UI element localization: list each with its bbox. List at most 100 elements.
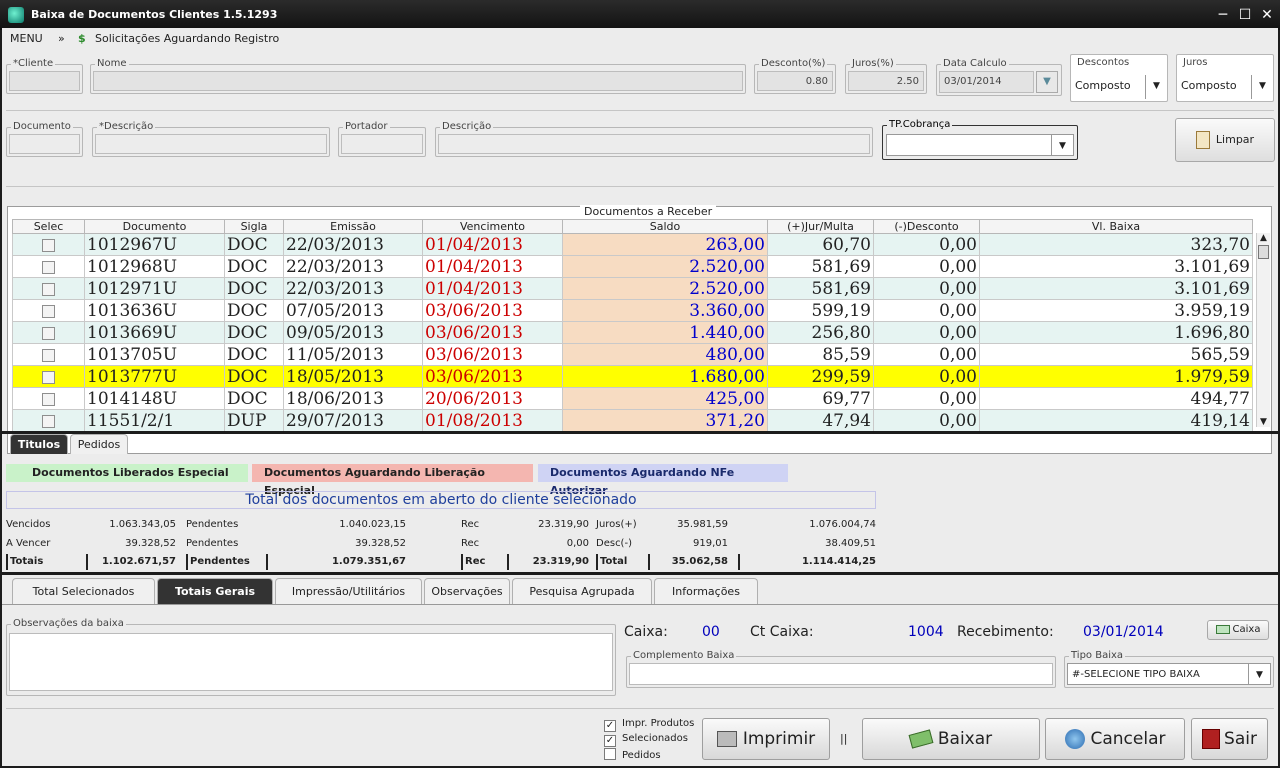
imprimir-button[interactable]: Imprimir <box>702 718 830 760</box>
row-checkbox[interactable] <box>42 304 55 318</box>
table-row[interactable]: 1012971U DOC 22/03/2013 01/04/2013 2.520,00 5… <box>12 277 1253 300</box>
data-calculo-input[interactable]: 03/01/2014 <box>939 71 1034 93</box>
cliente-input[interactable] <box>9 71 80 91</box>
tp-cobranca-select[interactable]: ▼ <box>886 134 1074 156</box>
nome-input[interactable] <box>93 71 743 91</box>
scroll-thumb[interactable] <box>1258 245 1269 259</box>
collapse-icon[interactable]: » <box>58 32 65 45</box>
footer-divider: || <box>840 732 848 745</box>
cancelar-button[interactable]: Cancelar <box>1045 718 1185 760</box>
legend-liberados: Documentos Liberados Especial <box>6 464 248 482</box>
minimize-button[interactable]: ─ <box>1214 6 1232 24</box>
select-cell[interactable] <box>12 277 85 300</box>
documento-cell: 11551/2/1 <box>84 409 225 432</box>
column-header[interactable]: Sigla <box>224 219 284 234</box>
descricao-group: Descrição <box>435 121 873 157</box>
totals-v1-cell: 1.102.671,57 <box>86 554 176 570</box>
juros-tipo-select[interactable]: Composto ▼ <box>1177 75 1273 99</box>
calendar-dropdown-icon[interactable]: ▼ <box>1036 71 1058 93</box>
column-header[interactable]: Saldo <box>562 219 768 234</box>
limpar-button[interactable]: Limpar <box>1175 118 1275 162</box>
maximize-button[interactable]: ☐ <box>1236 6 1254 24</box>
table-row[interactable]: 1013705U DOC 11/05/2013 03/06/2013 480,00 85,… <box>12 343 1253 366</box>
select-cell[interactable] <box>12 409 85 432</box>
select-cell[interactable] <box>12 365 85 388</box>
sair-button[interactable]: Sair <box>1191 718 1268 760</box>
selecionados-label: Selecionados <box>622 733 688 744</box>
column-header[interactable]: (+)Jur/Multa <box>767 219 874 234</box>
totals-rec-cell: 23.319,90 <box>507 554 589 570</box>
column-header[interactable]: Selec <box>12 219 85 234</box>
portador-input[interactable] <box>341 134 423 154</box>
column-header[interactable]: Emissão <box>283 219 423 234</box>
selecionados-checkbox[interactable]: ✓ Selecionados <box>604 733 688 747</box>
row-checkbox[interactable] <box>42 326 55 340</box>
table-row[interactable]: 1012968U DOC 22/03/2013 01/04/2013 2.520,00 5… <box>12 255 1253 278</box>
caixa-button[interactable]: Caixa <box>1207 620 1269 640</box>
tab-titulos[interactable]: Titulos <box>10 434 68 454</box>
clipboard-icon <box>1195 131 1210 149</box>
tab-pesquisa-agrupada[interactable]: Pesquisa Agrupada <box>512 578 652 604</box>
table-row[interactable]: 1012967U DOC 22/03/2013 01/04/2013 263,00 60,… <box>12 233 1253 256</box>
documento-cell: 1013705U <box>84 343 225 366</box>
close-button[interactable]: ✕ <box>1258 6 1276 24</box>
scroll-up-icon[interactable]: ▲ <box>1257 233 1270 243</box>
table-row[interactable]: 1013669U DOC 09/05/2013 03/06/2013 1.440,00 2… <box>12 321 1253 344</box>
observacoes-textarea[interactable] <box>9 633 613 691</box>
row-checkbox[interactable] <box>42 282 55 296</box>
table-row[interactable]: 1014148U DOC 18/06/2013 20/06/2013 425,00 69,… <box>12 387 1253 410</box>
table-row[interactable]: 1013777U DOC 18/05/2013 03/06/2013 1.680,00 2… <box>12 365 1253 388</box>
column-header[interactable]: Documento <box>84 219 225 234</box>
portador-label: Portador <box>343 121 390 132</box>
row-checkbox[interactable] <box>42 348 55 362</box>
pedidos-checkbox[interactable]: Pedidos <box>604 748 661 761</box>
select-cell[interactable] <box>12 233 85 256</box>
grid-scrollbar[interactable]: ▲ ▼ <box>1256 233 1270 427</box>
column-header[interactable]: (-)Desconto <box>873 219 980 234</box>
tab-informacoes[interactable]: Informações <box>654 578 758 604</box>
row-checkbox[interactable] <box>42 392 55 406</box>
select-cell[interactable] <box>12 299 85 322</box>
tipo-baixa-select[interactable]: #-SELECIONE TIPO BAIXA ▼ <box>1067 663 1271 685</box>
complemento-input[interactable] <box>629 663 1053 685</box>
menu-button[interactable]: MENU <box>10 32 43 45</box>
valor-baixa-cell: 1.696,80 <box>979 321 1253 344</box>
tab-impressao[interactable]: Impressão/Utilitários <box>275 578 422 604</box>
nome-label: Nome <box>95 58 129 69</box>
scroll-down-icon[interactable]: ▼ <box>1257 417 1270 427</box>
table-row[interactable]: 1013636U DOC 07/05/2013 03/06/2013 3.360,00 5… <box>12 299 1253 322</box>
baixar-button[interactable]: Baixar <box>862 718 1040 760</box>
column-header[interactable]: Vencimento <box>422 219 563 234</box>
table-row[interactable]: 11551/2/1 DUP 29/07/2013 01/08/2013 371,20 47… <box>12 409 1253 432</box>
select-cell[interactable] <box>12 343 85 366</box>
row-checkbox[interactable] <box>42 260 55 274</box>
sigla-cell: DOC <box>224 387 284 410</box>
juros-input[interactable]: 2.50 <box>848 71 924 91</box>
tab-totais-gerais[interactable]: Totais Gerais <box>157 578 273 604</box>
desconto-input[interactable]: 0.80 <box>757 71 833 91</box>
descontos-select[interactable]: Composto ▼ <box>1071 75 1167 99</box>
tab-total-selecionados[interactable]: Total Selecionados <box>12 578 155 604</box>
solicitacoes-link[interactable]: Solicitações Aguardando Registro <box>95 32 279 45</box>
totals-p-label-cell: Pendentes <box>186 519 239 530</box>
documento-input[interactable] <box>9 134 80 154</box>
impr-produtos-checkbox[interactable]: ✓ Impr. Produtos <box>604 718 694 732</box>
row-checkbox[interactable] <box>42 414 55 428</box>
divider <box>2 431 1278 434</box>
select-cell[interactable] <box>12 321 85 344</box>
table-header-row: Selec Documento Sigla Emissão Vencimento Sald… <box>12 219 1253 234</box>
column-header[interactable]: Vl. Baixa <box>979 219 1253 234</box>
select-cell[interactable] <box>12 387 85 410</box>
descricao-req-input[interactable] <box>95 134 327 154</box>
row-checkbox[interactable] <box>42 238 55 252</box>
tab-pedidos[interactable]: Pedidos <box>70 434 128 454</box>
select-cell[interactable] <box>12 255 85 278</box>
tp-cobranca-label: TP.Cobrança <box>887 119 953 130</box>
descricao-input[interactable] <box>438 134 870 154</box>
sigla-cell: DOC <box>224 321 284 344</box>
row-checkbox[interactable] <box>42 370 55 384</box>
printer-icon <box>716 731 737 747</box>
tab-observacoes[interactable]: Observações <box>424 578 510 604</box>
juros-group: Juros(%) 2.50 <box>845 58 927 94</box>
pedidos-label: Pedidos <box>622 750 661 761</box>
